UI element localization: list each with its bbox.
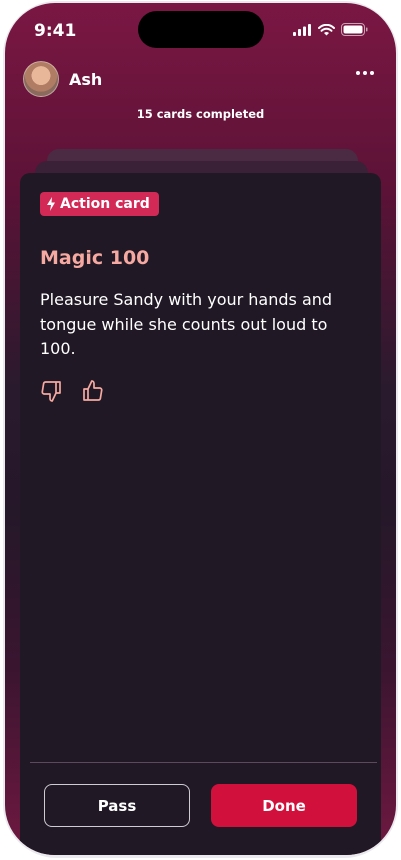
thumbs-down-icon[interactable] <box>40 379 64 403</box>
card-title: Magic 100 <box>40 247 150 269</box>
divider <box>30 762 377 763</box>
card-description: Pleasure Sandy with your hands and tongu… <box>40 290 333 358</box>
cards-completed-text: 15 cards completed <box>136 107 265 121</box>
card-type-badge: Action card <box>40 192 159 216</box>
reaction-buttons <box>40 379 104 403</box>
profile-header[interactable]: Ash <box>23 61 102 97</box>
battery-icon <box>341 23 368 36</box>
more-icon[interactable] <box>356 71 374 75</box>
wifi-icon <box>318 23 335 35</box>
badge-label: Action card <box>60 196 150 212</box>
cellular-signal-icon <box>293 23 311 36</box>
action-card: Action card Magic 100 Pleasure Sandy wit… <box>20 173 381 855</box>
dynamic-island <box>138 11 264 48</box>
app-screen: 9:41 Ash 15 cards completed Action card … <box>5 3 396 855</box>
done-button[interactable]: Done <box>211 784 357 827</box>
lightning-icon <box>47 197 55 211</box>
thumbs-up-icon[interactable] <box>80 379 104 403</box>
pass-button[interactable]: Pass <box>44 784 190 827</box>
status-icons <box>293 23 368 36</box>
avatar[interactable] <box>23 61 59 97</box>
status-time: 9:41 <box>34 21 77 41</box>
user-name: Ash <box>69 69 103 89</box>
